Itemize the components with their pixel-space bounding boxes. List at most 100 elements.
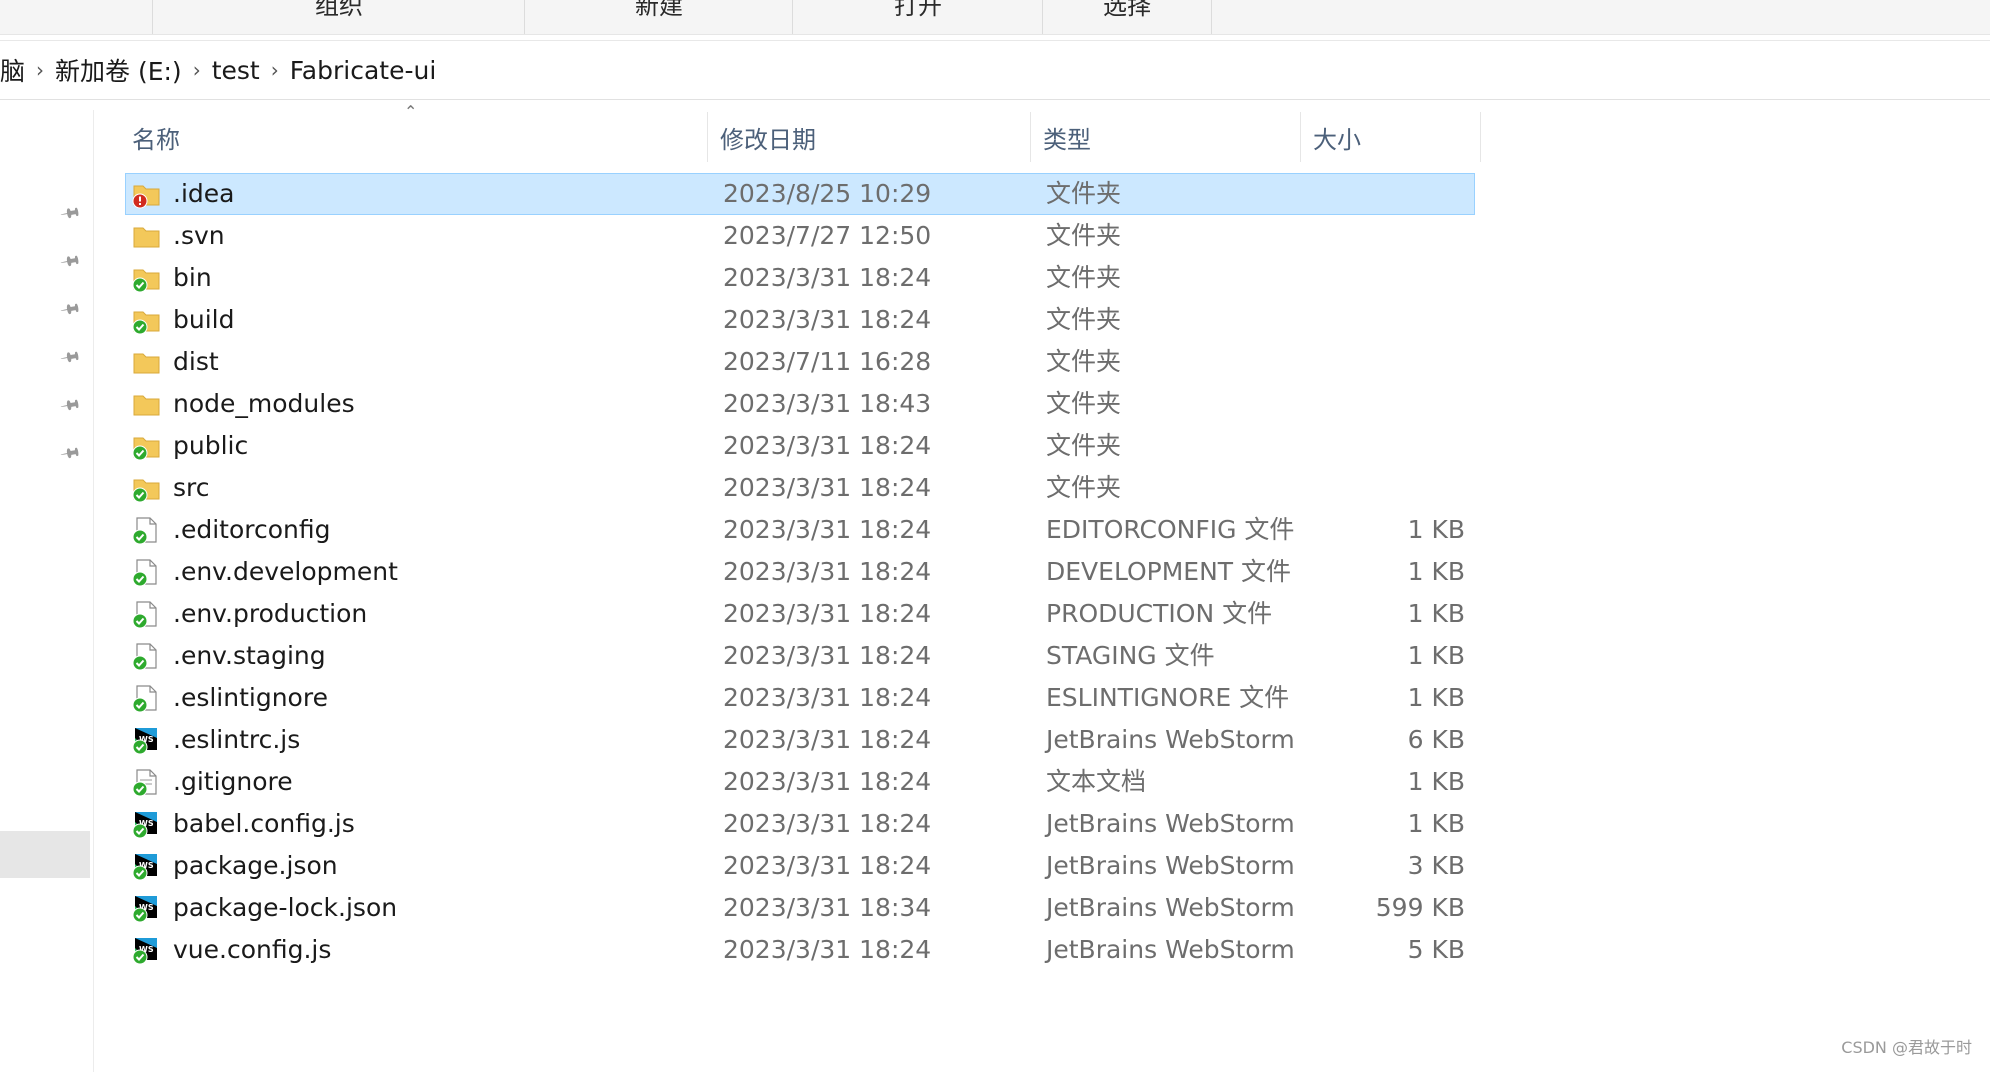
pin-icon[interactable]: 🖈 [56, 342, 87, 373]
file-name: build [173, 305, 235, 334]
folder-icon [131, 221, 161, 251]
ribbon-group-label: 选择 [1103, 0, 1151, 20]
file-date: 2023/3/31 18:43 [723, 389, 932, 418]
ribbon-group-label: 组织 [315, 0, 363, 20]
file-size: 1 KB [1407, 683, 1465, 712]
pin-icon[interactable]: 🖈 [56, 246, 87, 277]
file-row[interactable]: .env.production 2023/3/31 18:24 PRODUCTION… [125, 593, 1475, 635]
file-row[interactable]: .gitignore 2023/3/31 18:24 文本文档 1 KB [125, 761, 1475, 803]
file-type: JetBrains WebStorm [1046, 851, 1295, 880]
ribbon: 组织 新建 打开 选择 [0, 0, 1990, 35]
file-row[interactable]: bin 2023/3/31 18:24 文件夹 [125, 257, 1475, 299]
file-name: bin [173, 263, 212, 292]
file-row[interactable]: WS babel.config.js 2023/3/31 18:24 JetBrain… [125, 803, 1475, 845]
file-row[interactable]: WS package.json 2023/3/31 18:24 JetBrains W… [125, 845, 1475, 887]
file-name: .svn [173, 221, 225, 250]
file-type: 文件夹 [1046, 305, 1122, 334]
folder-icon [131, 389, 161, 419]
ribbon-group-new[interactable]: 新建 [524, 0, 793, 34]
file-row[interactable]: .editorconfig 2023/3/31 18:24 EDITORCONFIG… [125, 509, 1475, 551]
column-header-label: 类型 [1043, 125, 1091, 154]
breadcrumb-drive[interactable]: 新加卷 (E:) [55, 52, 182, 88]
file-row[interactable]: src 2023/3/31 18:24 文件夹 [125, 467, 1475, 509]
file-date: 2023/3/31 18:24 [723, 641, 932, 670]
file-row[interactable]: WS vue.config.js 2023/3/31 18:24 JetBrains … [125, 929, 1475, 971]
navigation-pane: 🖈 🖈 🖈 🖈 🖈 🖈 [0, 110, 94, 1072]
file-type: 文件夹 [1046, 473, 1122, 502]
file-row[interactable]: WS .eslintrc.js 2023/3/31 18:24 JetBrains W… [125, 719, 1475, 761]
file-date: 2023/3/31 18:24 [723, 557, 932, 586]
file-type: 文件夹 [1046, 179, 1122, 208]
file-date: 2023/3/31 18:24 [723, 767, 932, 796]
watermark: CSDN @君故于时 [1841, 1038, 1972, 1057]
column-header-name[interactable]: 名称 [120, 112, 708, 162]
file-row[interactable]: .svn 2023/7/27 12:50 文件夹 [125, 215, 1475, 257]
file-type: 文件夹 [1046, 431, 1122, 460]
webstorm-synced-icon: WS [131, 725, 161, 755]
chevron-right-icon[interactable]: › [25, 58, 55, 82]
chevron-right-icon[interactable]: › [182, 58, 212, 82]
file-name: .eslintignore [173, 683, 328, 712]
chevron-right-icon[interactable]: › [260, 58, 290, 82]
address-bar[interactable]: 脑 › 新加卷 (E:) › test › Fabricate-ui [0, 40, 1990, 100]
text-file-synced-icon [131, 767, 161, 797]
file-name: .idea [173, 179, 235, 208]
ribbon-group-open[interactable]: 打开 [792, 0, 1043, 34]
file-name: .env.staging [173, 641, 326, 670]
column-header-type[interactable]: 类型 [1031, 112, 1301, 162]
file-date: 2023/7/11 16:28 [723, 347, 932, 376]
file-date: 2023/3/31 18:24 [723, 431, 932, 460]
file-date: 2023/3/31 18:24 [723, 935, 932, 964]
column-header-date[interactable]: 修改日期 [708, 112, 1031, 162]
ribbon-group-label: 打开 [894, 0, 942, 20]
file-type: STAGING 文件 [1046, 641, 1215, 670]
webstorm-synced-icon: WS [131, 809, 161, 839]
file-type: 文件夹 [1046, 389, 1122, 418]
column-header-label: 修改日期 [720, 125, 816, 154]
file-name: .gitignore [173, 767, 293, 796]
pin-icon[interactable]: 🖈 [56, 294, 87, 325]
file-synced-icon [131, 641, 161, 671]
file-date: 2023/3/31 18:24 [723, 809, 932, 838]
file-row[interactable]: node_modules 2023/3/31 18:43 文件夹 [125, 383, 1475, 425]
file-row[interactable]: dist 2023/7/11 16:28 文件夹 [125, 341, 1475, 383]
file-size: 6 KB [1407, 725, 1465, 754]
file-type: PRODUCTION 文件 [1046, 599, 1273, 628]
file-name: src [173, 473, 210, 502]
nav-selected-item[interactable] [0, 831, 90, 878]
file-size: 1 KB [1407, 599, 1465, 628]
breadcrumb-current-folder[interactable]: Fabricate-ui [290, 56, 437, 85]
file-type: EDITORCONFIG 文件 [1046, 515, 1295, 544]
file-row[interactable]: .idea 2023/8/25 10:29 文件夹 [125, 173, 1475, 215]
ribbon-group-select[interactable]: 选择 [1042, 0, 1212, 34]
file-row[interactable]: public 2023/3/31 18:24 文件夹 [125, 425, 1475, 467]
webstorm-synced-icon: WS [131, 935, 161, 965]
file-type: 文件夹 [1046, 263, 1122, 292]
file-name: public [173, 431, 249, 460]
file-name: dist [173, 347, 219, 376]
file-name: .eslintrc.js [173, 725, 301, 754]
file-row[interactable]: .env.development 2023/3/31 18:24 DEVELOPME… [125, 551, 1475, 593]
pin-icon[interactable]: 🖈 [56, 390, 87, 421]
folder-synced-icon [131, 473, 161, 503]
column-header-size[interactable]: 大小 [1301, 112, 1481, 162]
file-date: 2023/3/31 18:24 [723, 725, 932, 754]
file-size: 1 KB [1407, 809, 1465, 838]
file-row[interactable]: WS package-lock.json 2023/3/31 18:34 JetBra… [125, 887, 1475, 929]
file-type: 文件夹 [1046, 221, 1122, 250]
pin-icon[interactable]: 🖈 [56, 198, 87, 229]
file-size: 3 KB [1407, 851, 1465, 880]
breadcrumb-this-pc[interactable]: 脑 [0, 52, 25, 88]
pin-icon[interactable]: 🖈 [56, 438, 87, 469]
file-date: 2023/3/31 18:24 [723, 515, 932, 544]
file-name: package.json [173, 851, 338, 880]
file-date: 2023/3/31 18:24 [723, 473, 932, 502]
ribbon-group-organize[interactable]: 组织 [152, 0, 525, 34]
file-name: node_modules [173, 389, 355, 418]
file-row[interactable]: .eslintignore 2023/3/31 18:24 ESLINTIGNORE… [125, 677, 1475, 719]
breadcrumb-test[interactable]: test [212, 56, 260, 85]
file-row[interactable]: build 2023/3/31 18:24 文件夹 [125, 299, 1475, 341]
file-size: 1 KB [1407, 641, 1465, 670]
file-row[interactable]: .env.staging 2023/3/31 18:24 STAGING 文件 1 K… [125, 635, 1475, 677]
folder-icon [131, 347, 161, 377]
